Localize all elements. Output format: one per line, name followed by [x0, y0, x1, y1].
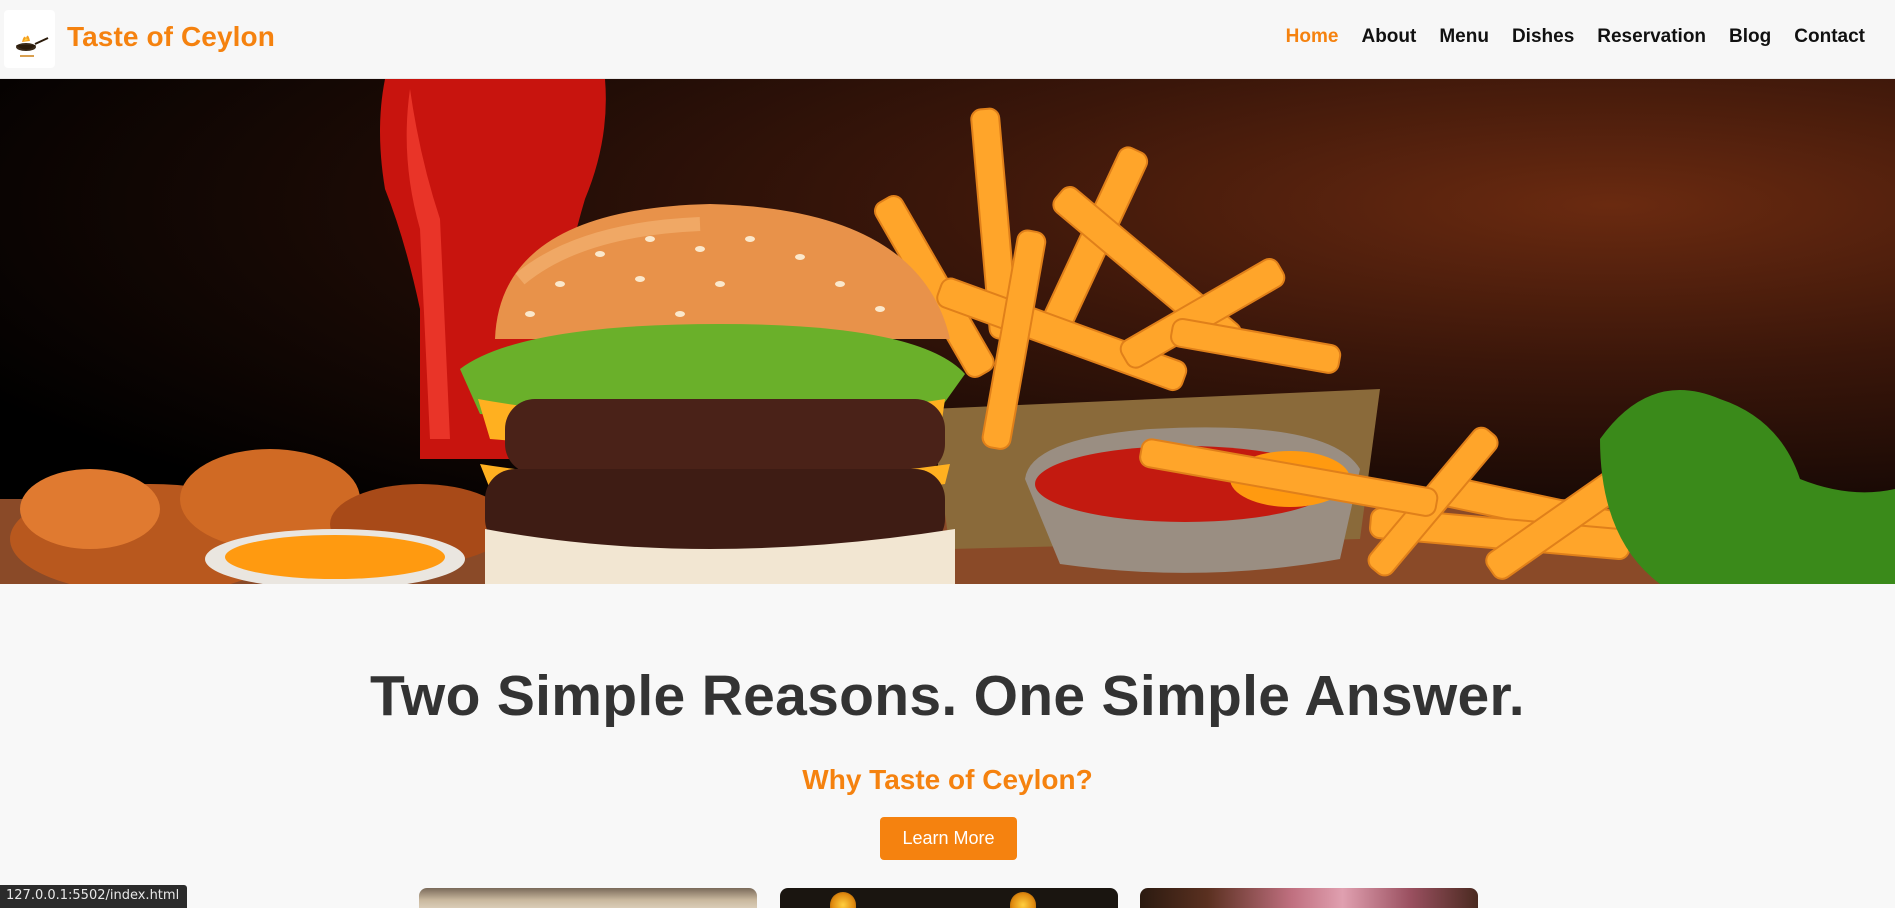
nav-reservation[interactable]: Reservation	[1597, 26, 1706, 48]
lanterns-night-image[interactable]	[780, 888, 1118, 908]
chef-wok-icon	[16, 35, 49, 57]
brand-name[interactable]: Taste of Ceylon	[67, 21, 275, 53]
status-bar-url: 127.0.0.1:5502/index.html	[0, 885, 188, 908]
logo[interactable]	[4, 10, 55, 68]
nav-dishes[interactable]: Dishes	[1512, 26, 1574, 48]
lantern-icon	[830, 892, 856, 908]
nav-blog[interactable]: Blog	[1729, 26, 1771, 48]
nav-menu[interactable]: Menu	[1439, 26, 1489, 48]
hero-banner	[0, 79, 1895, 584]
page-headline: Two Simple Reasons. One Simple Answer.	[370, 664, 1525, 728]
lantern-icon	[1010, 892, 1036, 908]
burger-fries-ketchup-hero-image	[0, 79, 1895, 584]
main-nav: Home About Menu Dishes Reservation Blog …	[1263, 26, 1865, 48]
learn-more-button[interactable]: Learn More	[880, 817, 1017, 860]
nav-about[interactable]: About	[1361, 26, 1416, 48]
nav-contact[interactable]: Contact	[1794, 26, 1865, 48]
flower-garden-image[interactable]	[1140, 888, 1478, 908]
site-header: Taste of Ceylon Home About Menu Dishes R…	[0, 0, 1895, 79]
nav-home[interactable]: Home	[1286, 26, 1339, 48]
page-subheadline: Why Taste of Ceylon?	[802, 764, 1093, 795]
restaurant-interior-image[interactable]	[419, 888, 757, 908]
